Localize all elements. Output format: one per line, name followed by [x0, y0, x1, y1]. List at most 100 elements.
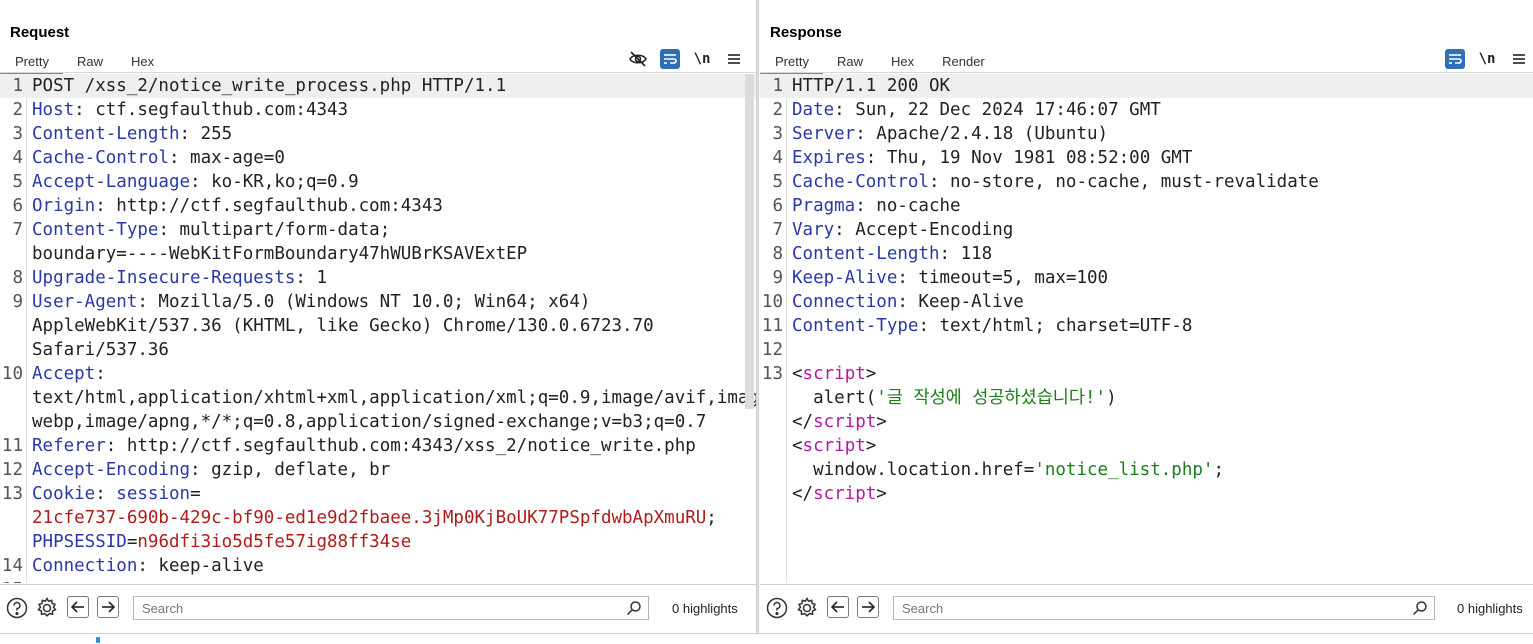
tab-raw[interactable]: Raw: [823, 51, 877, 72]
code-token: Accept-Language: [32, 172, 191, 192]
line-content: Cache-Control: no-store, no-cache, must-…: [787, 170, 1319, 194]
gear-icon[interactable]: [35, 596, 59, 620]
line-content: Keep-Alive: timeout=5, max=100: [787, 266, 1108, 290]
request-scrollbar[interactable]: [745, 74, 754, 409]
line-number: 14: [1, 556, 23, 576]
line-content: HTTP/1.1 200 OK: [787, 74, 950, 98]
line-number: [760, 410, 787, 434]
arrow-left-icon[interactable]: [827, 596, 849, 618]
word-wrap-icon[interactable]: [1445, 49, 1465, 69]
line-number: 4: [772, 148, 783, 168]
line-number: [0, 314, 27, 338]
code-token: >: [876, 412, 887, 432]
line-content: Content-Type: text/html; charset=UTF-8: [787, 314, 1192, 338]
response-editor[interactable]: 1 HTTP/1.1 200 OK 2 Date: Sun, 22 Dec 2024 …: [760, 74, 1533, 583]
line-content: window.location.href='notice_list.php';: [787, 458, 1224, 482]
tab-pretty[interactable]: Pretty: [760, 51, 823, 74]
line-content: Origin: http://ctf.segfaulthub.com:4343: [27, 194, 443, 218]
request-editor[interactable]: 1 POST /xss_2/notice_write_process.php HT…: [0, 74, 756, 583]
code-token: =: [190, 484, 201, 504]
code-token: : timeout=5, max=100: [897, 268, 1109, 288]
code-token: Content-Length: [32, 124, 180, 144]
line-content: alert('글 작성에 성공하셨습니다!'): [787, 386, 1117, 410]
response-toolbar: \n: [1445, 48, 1529, 70]
search-icon[interactable]: [1412, 600, 1428, 621]
code-line: 2 Date: Sun, 22 Dec 2024 17:46:07 GMT: [760, 98, 1533, 122]
hamburger-menu-icon[interactable]: [1509, 49, 1529, 69]
tab-hex[interactable]: Hex: [877, 51, 928, 72]
code-token: window.location.href=: [792, 460, 1035, 480]
line-content: text/html,application/xhtml+xml,applicat…: [27, 386, 756, 410]
code-line: boundary=----WebKitFormBoundary47hWUBrKS…: [0, 242, 756, 266]
line-number: [0, 506, 27, 530]
arrow-left-icon[interactable]: [67, 596, 89, 618]
request-tabs: Pretty Raw Hex: [0, 51, 168, 74]
line-number: 2: [772, 100, 783, 120]
code-token: Connection: [32, 556, 138, 576]
tab-divider: [760, 72, 1533, 73]
code-token: : Mozilla/5.0 (Windows NT 10.0; Win64; x…: [137, 292, 591, 312]
newline-toggle[interactable]: \n: [692, 49, 712, 69]
search-input[interactable]: [140, 600, 581, 617]
hamburger-menu-icon[interactable]: [724, 49, 744, 69]
response-panel: Response Pretty Raw Hex Render \n 1 HTTP/…: [760, 0, 1533, 633]
line-content: Safari/537.36: [27, 338, 169, 362]
tab-render[interactable]: Render: [928, 51, 999, 72]
code-line: window.location.href='notice_list.php';: [760, 458, 1533, 482]
code-line: 10 Accept:: [0, 362, 756, 386]
code-token: Cookie: [32, 484, 96, 504]
code-token: '글 작성에 성공하셨습니다!': [876, 388, 1107, 408]
line-number: 11: [761, 316, 783, 336]
code-token: Content-Length: [792, 244, 940, 264]
line-number: 15: [0, 578, 27, 583]
request-lines: 1 POST /xss_2/notice_write_process.php HT…: [0, 74, 756, 583]
line-number: 8: [12, 268, 23, 288]
line-content: PHPSESSID=n96dfi3io5d5fe57ig88ff34se: [27, 530, 411, 554]
code-token: : gzip, deflate, br: [190, 460, 391, 480]
arrow-right-icon[interactable]: [97, 596, 119, 618]
code-token: : 1: [295, 268, 328, 288]
tab-hex[interactable]: Hex: [117, 51, 168, 72]
code-token: User-Agent: [32, 292, 138, 312]
code-token: Expires: [792, 148, 866, 168]
tab-raw[interactable]: Raw: [63, 51, 117, 72]
code-token: </: [792, 412, 814, 432]
gear-icon[interactable]: [795, 596, 819, 620]
newline-toggle[interactable]: \n: [1477, 49, 1497, 69]
line-number: [760, 458, 787, 482]
code-token: PHPSESSID: [32, 532, 127, 552]
code-token: webp,image/apng,*/*;q=0.8,application/si…: [32, 412, 707, 432]
code-token: ): [1106, 388, 1117, 408]
tab-pretty[interactable]: Pretty: [0, 51, 63, 74]
highlights-count: 0 highlights: [1457, 601, 1523, 616]
line-number: 13: [761, 364, 783, 384]
code-line: 15: [0, 578, 756, 583]
help-icon[interactable]: [765, 596, 789, 620]
search-input[interactable]: [900, 600, 1363, 617]
line-content: [787, 338, 792, 362]
code-token: session: [116, 484, 191, 504]
code-token: >: [865, 364, 877, 384]
help-icon[interactable]: [5, 596, 29, 620]
line-number: 1: [12, 76, 23, 96]
code-line: 10 Connection: Keep-Alive: [760, 290, 1533, 314]
arrow-right-icon[interactable]: [857, 596, 879, 618]
line-content: <script>: [787, 362, 876, 386]
pane-splitter[interactable]: [756, 0, 759, 633]
word-wrap-icon[interactable]: [660, 49, 680, 69]
line-number: [0, 386, 27, 410]
line-number: 9: [772, 268, 783, 288]
code-token: Cache-Control: [792, 172, 929, 192]
code-line: 4 Cache-Control: max-age=0: [0, 146, 756, 170]
code-line: 8 Upgrade-Insecure-Requests: 1: [0, 266, 756, 290]
search-icon[interactable]: [626, 600, 642, 621]
line-number: 3: [772, 124, 783, 144]
line-content: Server: Apache/2.4.18 (Ubuntu): [787, 122, 1108, 146]
code-line: 13 <script>: [760, 362, 1533, 386]
eye-slash-icon[interactable]: [628, 49, 648, 69]
code-line: 5 Accept-Language: ko-KR,ko;q=0.9: [0, 170, 756, 194]
code-token: Referer: [32, 436, 106, 456]
code-token: POST /xss_2/notice_write_process.php HTT…: [32, 76, 507, 96]
code-token: >: [865, 436, 877, 456]
line-number: 5: [12, 172, 23, 192]
